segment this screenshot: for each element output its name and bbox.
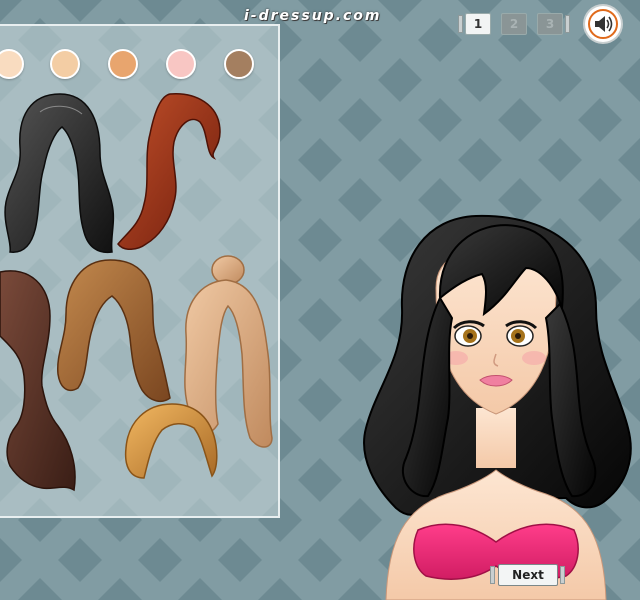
- hair-option-chestnut-wavy[interactable]: [52, 258, 172, 408]
- hair-option-black-long[interactable]: [0, 92, 118, 260]
- sound-toggle-button[interactable]: [585, 6, 621, 42]
- game-stage: i-dressup.com 1 2 3 Next: [0, 0, 640, 600]
- site-logo[interactable]: i-dressup.com: [244, 8, 382, 24]
- page-button-2[interactable]: 2: [501, 13, 527, 35]
- skin-color-swatch[interactable]: [50, 49, 80, 79]
- page-button-1[interactable]: 1: [465, 13, 491, 35]
- skin-color-swatch[interactable]: [224, 49, 254, 79]
- skin-color-swatch[interactable]: [166, 49, 196, 79]
- doll-model: [363, 214, 632, 600]
- speaker-icon: [588, 9, 618, 39]
- next-button[interactable]: Next: [490, 564, 566, 586]
- hair-option-golden-short-bob[interactable]: [122, 402, 218, 482]
- pagination-left-cap: [458, 15, 463, 33]
- next-right-cap: [560, 566, 565, 584]
- next-button-label: Next: [498, 564, 558, 586]
- skin-color-swatch[interactable]: [108, 49, 138, 79]
- pagination-right-cap: [565, 15, 570, 33]
- hair-option-auburn-side-swept[interactable]: [110, 92, 228, 260]
- next-left-cap: [490, 566, 495, 584]
- page-button-3[interactable]: 3: [537, 13, 563, 35]
